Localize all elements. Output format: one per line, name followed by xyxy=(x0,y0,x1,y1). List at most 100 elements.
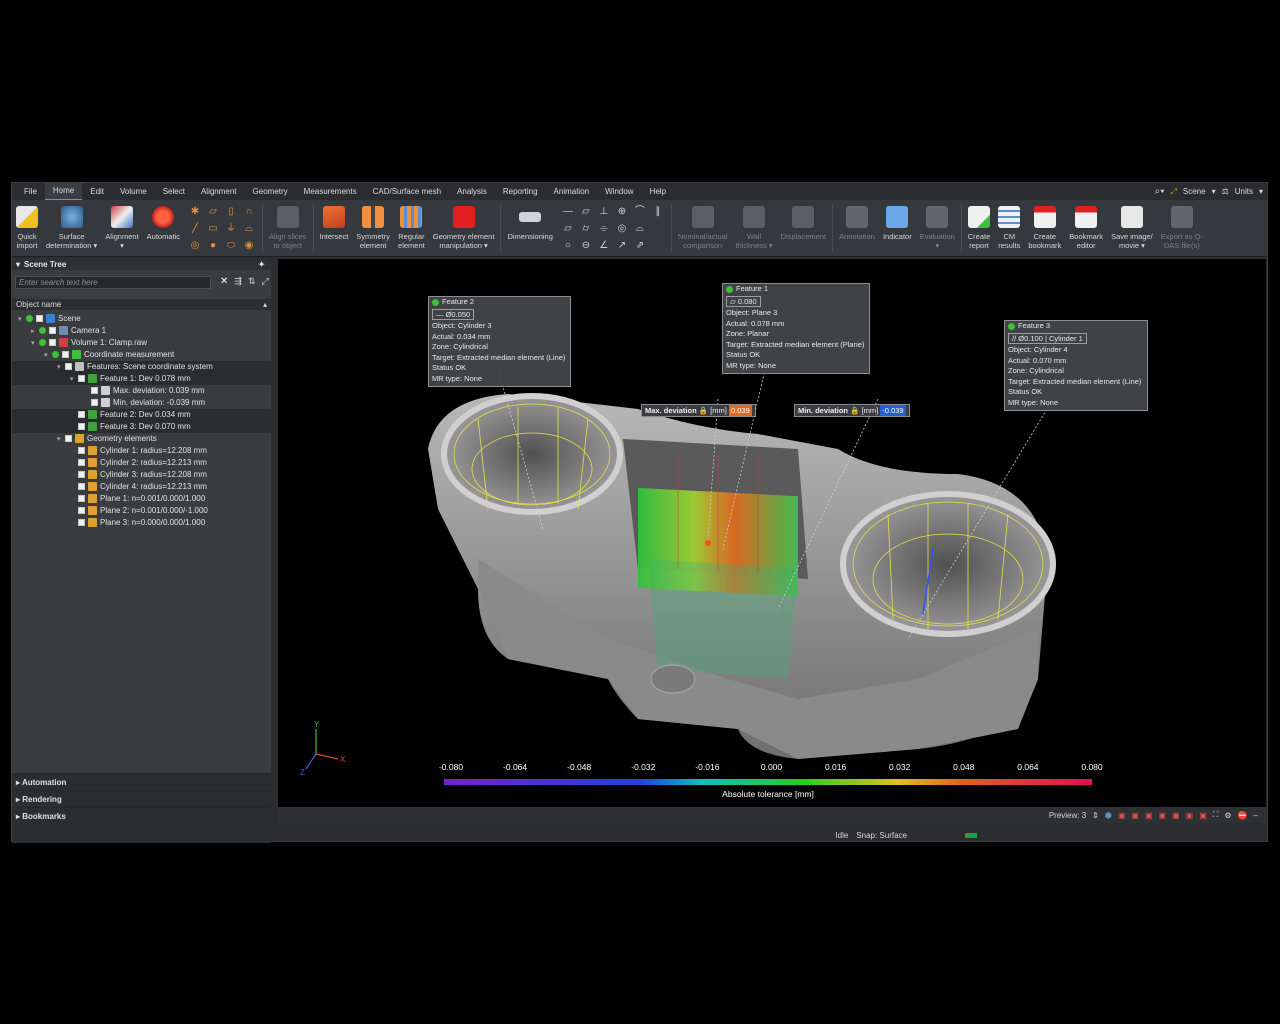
tree-row[interactable]: Feature 2: Dev 0.034 mm xyxy=(12,409,271,421)
menu-reporting[interactable]: Reporting xyxy=(495,183,546,200)
menu-edit[interactable]: Edit xyxy=(82,183,112,200)
regular-element-button[interactable]: Regular element xyxy=(394,200,429,256)
visibility-dot-icon[interactable] xyxy=(52,351,59,359)
cone-tool-icon[interactable]: ⏚ xyxy=(224,222,238,236)
tree-row[interactable]: ▸ Camera 1 xyxy=(12,325,271,337)
visibility-dot-icon[interactable] xyxy=(39,327,46,335)
tree-checkbox[interactable] xyxy=(49,327,56,335)
point-tool-icon[interactable]: ✱ xyxy=(188,205,202,219)
geometry-manipulation-button[interactable]: Geometry element manipulation ▾ xyxy=(429,200,499,256)
tree-checkbox[interactable] xyxy=(91,387,98,395)
tree-checkbox[interactable] xyxy=(78,471,85,479)
min-deviation-label[interactable]: Min. deviation 🔒 [mm] -0.039 xyxy=(794,404,910,417)
circle-tool-icon[interactable]: ◎ xyxy=(188,239,202,253)
stop-icon[interactable]: ⛔ xyxy=(1238,811,1248,820)
tree-row[interactable]: ▾ Scene xyxy=(12,313,271,325)
tree-row[interactable]: ▾ Geometry elements xyxy=(12,433,271,445)
menu-animation[interactable]: Animation xyxy=(546,183,598,200)
tree-checkbox[interactable] xyxy=(78,423,85,431)
menu-geometry[interactable]: Geometry xyxy=(245,183,296,200)
dimensioning-button[interactable]: Dimensioning xyxy=(503,200,556,256)
tree-checkbox[interactable] xyxy=(78,375,85,383)
profile-line-icon[interactable]: ⌒ xyxy=(633,205,647,219)
cylinder-form-icon[interactable]: ⊖ xyxy=(579,239,593,253)
tree-row[interactable]: Cylinder 2: radius=12.213 mm xyxy=(12,457,271,469)
create-bookmark-button[interactable]: Create bookmark xyxy=(1024,200,1065,256)
tree-checkbox[interactable] xyxy=(78,519,85,527)
view-back-icon[interactable]: ▣ xyxy=(1131,811,1139,820)
accordion-automation[interactable]: ▸ Automation xyxy=(12,773,271,790)
column-header[interactable]: Object name ▴ xyxy=(12,299,271,310)
wall-thickness-button[interactable]: Wall thickness ▾ xyxy=(732,200,777,256)
plane-tool-icon[interactable]: ▱ xyxy=(206,205,220,219)
cylindricity-icon[interactable]: ⌭ xyxy=(579,222,593,236)
tree-checkbox[interactable] xyxy=(78,411,85,419)
menu-file[interactable]: File xyxy=(16,183,45,200)
units-dropdown[interactable]: Units xyxy=(1235,187,1253,196)
symmetry-tol-icon[interactable]: ⌯ xyxy=(597,222,611,236)
displacement-button[interactable]: Displacement xyxy=(777,200,830,256)
tree-checkbox[interactable] xyxy=(78,483,85,491)
minimize-icon[interactable]: – xyxy=(1254,811,1258,820)
clear-search-icon[interactable]: ✕ xyxy=(220,276,228,287)
menu-help[interactable]: Help xyxy=(642,183,674,200)
tree-checkbox[interactable] xyxy=(65,363,72,371)
parallelism-icon[interactable]: ∥ xyxy=(651,205,665,219)
annotation-button[interactable]: Annotation xyxy=(835,200,879,256)
angularity-icon[interactable]: ∠ xyxy=(597,239,611,253)
view-cube-icon[interactable]: ⬢ xyxy=(1105,811,1112,820)
slot-tool-icon[interactable]: ⬭ xyxy=(224,239,238,253)
tree-checkbox[interactable] xyxy=(49,339,56,347)
line-tool-icon[interactable]: ╱ xyxy=(188,222,202,236)
tree-row[interactable]: Cylinder 1: radius=12.208 mm xyxy=(12,445,271,457)
menu-analysis[interactable]: Analysis xyxy=(449,183,495,200)
alignment-button[interactable]: Alignment ▾ xyxy=(101,200,142,256)
tree-row[interactable]: ▾ Coordinate measurement xyxy=(12,349,271,361)
evaluation-button[interactable]: Evaluation ▾ xyxy=(916,200,959,256)
tree-row[interactable]: Plane 3: n=0.000/0.000/1.000 xyxy=(12,517,271,529)
tree-row[interactable]: ▾ Volume 1: Clamp.raw xyxy=(12,337,271,349)
sort-icon[interactable]: ⇅ xyxy=(248,276,256,287)
menu-volume[interactable]: Volume xyxy=(112,183,155,200)
tree-row[interactable]: ▾ Features: Scene coordinate system xyxy=(12,361,271,373)
torus-tool-icon[interactable]: ∩ xyxy=(242,205,256,219)
tree-checkbox[interactable] xyxy=(65,435,72,443)
runout-icon[interactable]: ↗ xyxy=(615,239,629,253)
tree-row[interactable]: ▾ Feature 1: Dev 0.078 mm xyxy=(12,373,271,385)
intersect-button[interactable]: Intersect xyxy=(316,200,353,256)
visibility-dot-icon[interactable] xyxy=(39,339,46,347)
menu-cad-surface-mesh[interactable]: CAD/Surface mesh xyxy=(365,183,449,200)
freeform-tool-icon[interactable]: ⌓ xyxy=(242,222,256,236)
tree-checkbox[interactable] xyxy=(78,495,85,503)
export-qdas-button[interactable]: Export as Q- DAS file(s) xyxy=(1157,200,1207,256)
perpendicularity-icon[interactable]: ⊥ xyxy=(597,205,611,219)
view-bottom-icon[interactable]: ▣ xyxy=(1186,811,1194,820)
flatness2-icon[interactable]: ▱ xyxy=(561,222,575,236)
tree-row[interactable]: Max. deviation: 0.039 mm xyxy=(12,385,271,397)
3d-viewport[interactable]: Y X Z Absolute tolerance [mm] -0.080 -0.0… xyxy=(278,259,1266,807)
rectangle-tool-icon[interactable]: ▭ xyxy=(206,222,220,236)
feature-1-callout[interactable]: Feature 1 ▱ 0.080 Object: Plane 3 Actual… xyxy=(722,283,870,374)
menu-home[interactable]: Home xyxy=(44,182,83,201)
tree-row[interactable]: Min. deviation: -0.039 mm xyxy=(12,397,271,409)
concentricity-icon[interactable]: ◎ xyxy=(615,222,629,236)
chevron-down-icon[interactable]: ▾ xyxy=(1212,187,1216,196)
flatness-icon[interactable]: ▱ xyxy=(579,205,593,219)
menu-alignment[interactable]: Alignment xyxy=(193,183,245,200)
settings-icon[interactable]: ⚙ xyxy=(1224,811,1231,820)
tree-checkbox[interactable] xyxy=(78,447,85,455)
menu-window[interactable]: Window xyxy=(597,183,641,200)
cylinder-tool-icon[interactable]: ▯ xyxy=(224,205,238,219)
position-icon[interactable]: ⊕ xyxy=(615,205,629,219)
max-deviation-label[interactable]: Max. deviation 🔒 [mm] 0.039 xyxy=(641,404,756,417)
menu-measurements[interactable]: Measurements xyxy=(296,183,365,200)
tree-row[interactable]: Plane 1: n=0.001/0.000/1.000 xyxy=(12,493,271,505)
automatic-button[interactable]: Automatic xyxy=(143,200,184,256)
create-report-button[interactable]: Create report xyxy=(964,200,995,256)
bookmark-editor-button[interactable]: Bookmark editor xyxy=(1065,200,1107,256)
feature-2-callout[interactable]: Feature 2 — Ø0.050 Object: Cylinder 3 Ac… xyxy=(428,296,571,387)
align-slices-button[interactable]: Align slices to object xyxy=(265,200,311,256)
tree-checkbox[interactable] xyxy=(62,351,69,359)
tree-checkbox[interactable] xyxy=(36,315,43,323)
view-front-icon[interactable]: ▣ xyxy=(1118,811,1126,820)
